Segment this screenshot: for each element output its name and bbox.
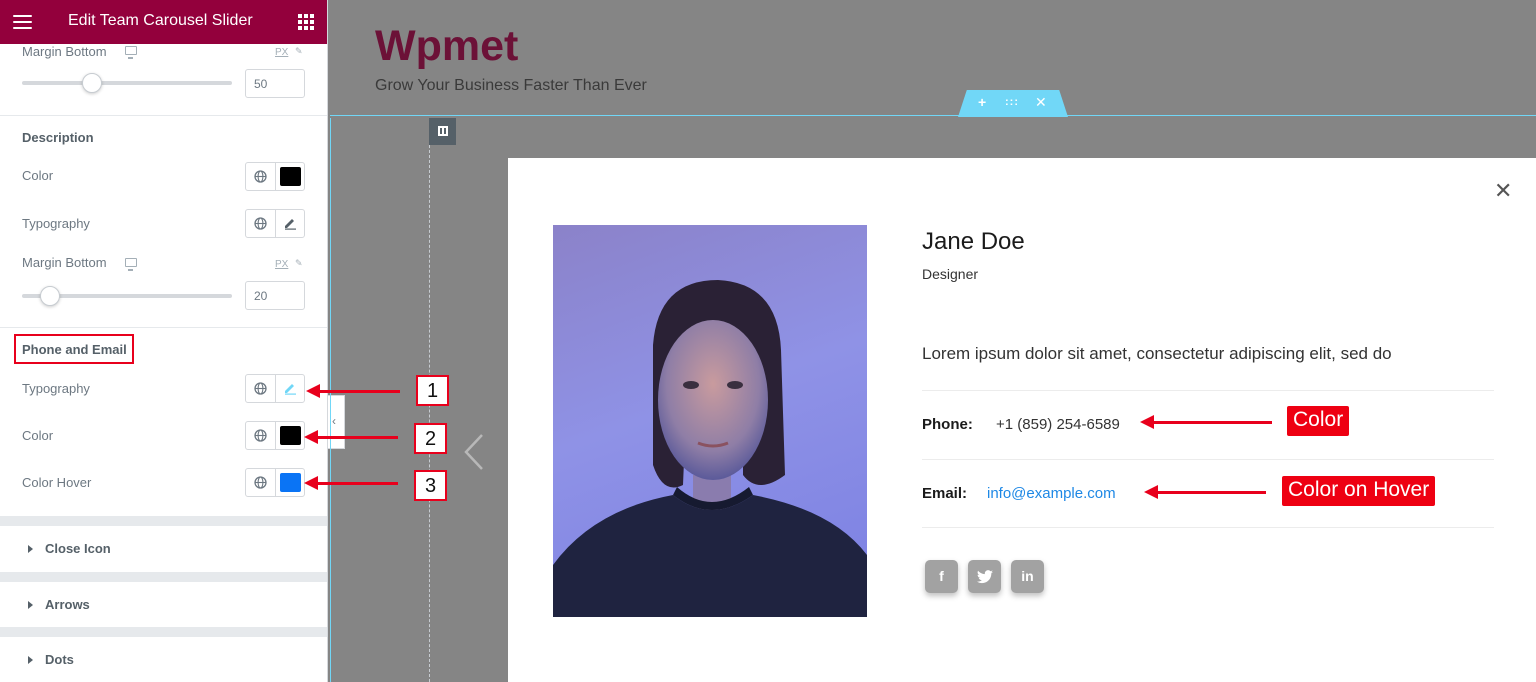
- margin-bottom-input[interactable]: 50: [245, 69, 305, 98]
- member-photo: [553, 225, 867, 617]
- section-dots[interactable]: Dots: [0, 637, 327, 682]
- section-separator: [0, 627, 327, 637]
- description-margin-label: Margin Bottom: [22, 255, 107, 270]
- annotation-number: 2: [414, 423, 447, 454]
- annotation-arrow: [306, 384, 400, 398]
- description-typography-label: Typography: [22, 216, 90, 231]
- global-globe-icon[interactable]: [246, 375, 276, 402]
- column-handle-icon[interactable]: [429, 118, 456, 145]
- section-outline-left: [330, 118, 331, 682]
- phone-email-heading: Phone and Email: [22, 342, 127, 357]
- annotation-arrow: [304, 476, 398, 490]
- global-globe-icon[interactable]: [246, 422, 276, 449]
- description-typography-control: [245, 209, 305, 238]
- divider: [0, 327, 327, 328]
- section-separator: [0, 516, 327, 526]
- margin-slider-handle[interactable]: [82, 73, 102, 93]
- member-description: Lorem ipsum dolor sit amet, consectetur …: [922, 344, 1392, 363]
- member-name: Jane Doe: [922, 228, 1025, 255]
- email-link[interactable]: info@example.com: [987, 485, 1116, 502]
- margin-bottom-label: Margin Bottom: [22, 44, 107, 59]
- team-member-popup: ✕ Jane Doe Designer Lorem ipsum dolor si…: [508, 158, 1536, 682]
- section-label: Dots: [45, 652, 74, 667]
- divider: [922, 459, 1494, 460]
- linkedin-icon[interactable]: in: [1011, 560, 1044, 593]
- section-close-icon[interactable]: Close Icon: [0, 526, 327, 572]
- panel-title: Edit Team Carousel Slider: [68, 12, 253, 29]
- drag-handle-icon[interactable]: :::: [1005, 96, 1019, 108]
- annotation-number: 1: [416, 375, 449, 406]
- phone-email-color-control: [245, 421, 305, 450]
- editor-panel: Edit Team Carousel Slider Margin Bottom …: [0, 0, 328, 682]
- annotation-label: Color on Hover: [1282, 476, 1436, 506]
- description-color-control: [245, 162, 305, 191]
- add-section-icon[interactable]: +: [978, 94, 986, 110]
- edit-pencil-icon[interactable]: [276, 210, 304, 237]
- pencil-icon: ✎: [295, 46, 303, 56]
- annotation-arrow: [1144, 485, 1266, 499]
- color-swatch[interactable]: [280, 426, 301, 445]
- chevron-left-icon: ‹: [332, 414, 336, 428]
- phone-email-typography-control: [245, 374, 305, 403]
- description-margin-input[interactable]: 20: [245, 281, 305, 310]
- description-heading: Description: [22, 130, 94, 145]
- divider: [922, 390, 1494, 391]
- caret-right-icon: [28, 601, 33, 609]
- phone-email-typography-label: Typography: [22, 381, 90, 396]
- margin-slider-handle[interactable]: [40, 286, 60, 306]
- hamburger-menu-icon[interactable]: [13, 15, 32, 29]
- responsive-desktop-icon[interactable]: [125, 258, 137, 271]
- annotation-arrow: [1140, 415, 1272, 429]
- column-outline: [429, 145, 430, 682]
- site-brand: Wpmet: [375, 22, 519, 70]
- edit-pencil-icon[interactable]: [276, 375, 304, 402]
- phone-value[interactable]: +1 (859) 254-6589: [996, 416, 1120, 433]
- email-label: Email:: [922, 485, 968, 502]
- responsive-desktop-icon[interactable]: [125, 46, 137, 59]
- widgets-grid-icon[interactable]: [298, 14, 314, 30]
- unit-selector[interactable]: PX: [275, 259, 288, 270]
- global-globe-icon[interactable]: [246, 469, 276, 496]
- section-label: Arrows: [45, 597, 90, 612]
- global-globe-icon[interactable]: [246, 163, 276, 190]
- phone-label: Phone:: [922, 416, 973, 433]
- margin-slider-track[interactable]: [22, 81, 232, 85]
- color-swatch[interactable]: [280, 167, 301, 186]
- caret-right-icon: [28, 545, 33, 553]
- description-color-label: Color: [22, 168, 54, 183]
- annotation-arrow: [304, 430, 398, 444]
- close-icon[interactable]: ✕: [1494, 178, 1512, 204]
- pencil-icon: ✎: [295, 258, 303, 268]
- phone-email-hover-control: [245, 468, 305, 497]
- member-role: Designer: [922, 266, 979, 282]
- phone-email-hover-label: Color Hover: [22, 475, 92, 490]
- facebook-icon[interactable]: f: [925, 560, 958, 593]
- section-arrows[interactable]: Arrows: [0, 582, 327, 628]
- divider: [0, 115, 327, 116]
- section-handle[interactable]: + ::: ✕: [958, 90, 1068, 117]
- twitter-icon[interactable]: [968, 560, 1001, 593]
- hover-color-swatch[interactable]: [280, 473, 301, 492]
- global-globe-icon[interactable]: [246, 210, 276, 237]
- annotation-label: Color: [1287, 406, 1350, 436]
- unit-selector[interactable]: PX: [275, 47, 288, 58]
- section-outline: [330, 115, 1536, 118]
- annotation-number: 3: [414, 470, 447, 501]
- panel-header: Edit Team Carousel Slider: [0, 0, 327, 44]
- section-separator: [0, 572, 327, 582]
- phone-email-color-label: Color: [22, 428, 54, 443]
- divider: [922, 527, 1494, 528]
- caret-right-icon: [28, 656, 33, 664]
- delete-section-icon[interactable]: ✕: [1035, 94, 1047, 111]
- site-tagline: Grow Your Business Faster Than Ever: [375, 77, 647, 94]
- carousel-prev-arrow-icon[interactable]: [460, 432, 488, 472]
- section-label: Close Icon: [45, 541, 111, 556]
